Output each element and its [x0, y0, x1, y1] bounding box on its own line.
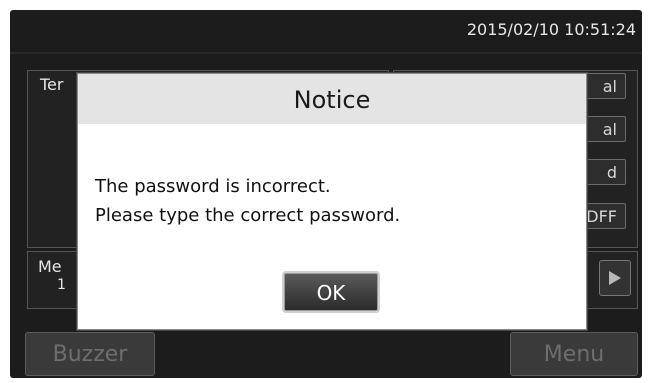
mid-panel-label: Me — [38, 257, 62, 276]
ok-button[interactable]: OK — [284, 273, 378, 311]
menu-button[interactable]: Menu — [510, 332, 638, 376]
header-divider — [10, 52, 642, 54]
play-right-icon — [609, 271, 621, 285]
dialog-message-line-1: The password is incorrect. — [95, 176, 331, 197]
dialog-message-line-2: Please type the correct password. — [95, 205, 401, 226]
next-arrow-button[interactable] — [599, 260, 631, 296]
clock-display: 2015/02/10 10:51:24 — [466, 20, 636, 39]
mid-panel-value: 1 — [57, 277, 66, 293]
notice-dialog: Notice The password is incorrect. Please… — [77, 73, 587, 330]
dialog-title: Notice — [78, 74, 586, 124]
left-panel-label: Ter — [40, 75, 64, 94]
buzzer-button[interactable]: Buzzer — [25, 332, 155, 376]
